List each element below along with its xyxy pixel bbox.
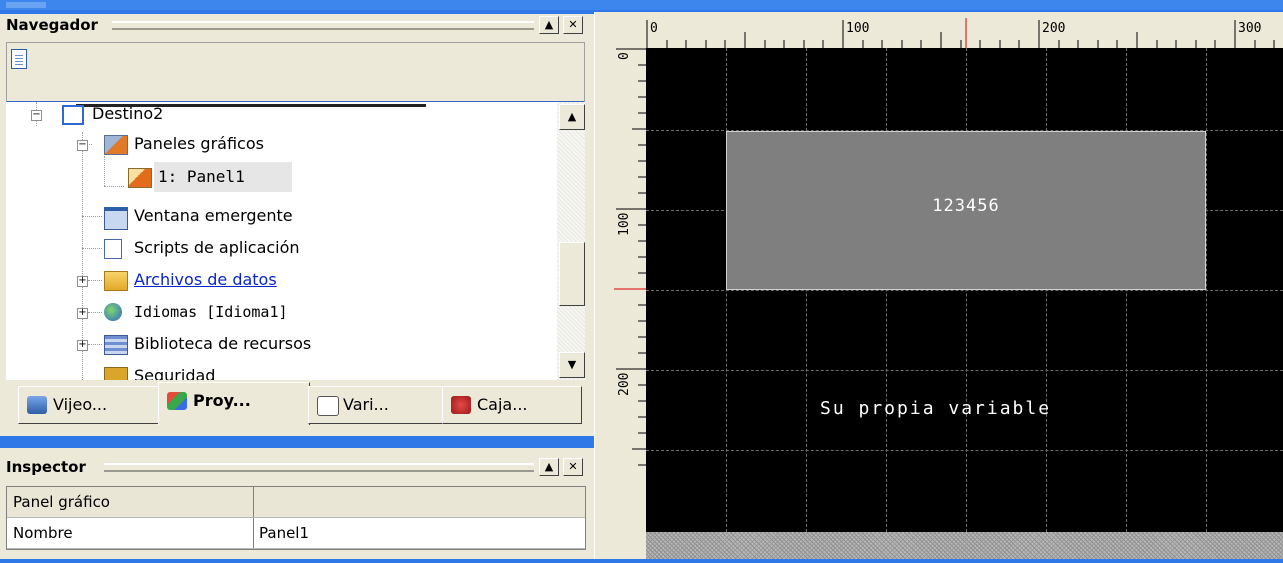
property-value[interactable]: [255, 487, 259, 517]
tree-node-label: Ventana emergente: [134, 206, 293, 225]
property-row[interactable]: Panel gráfico: [7, 487, 585, 518]
navigator-close-button[interactable]: ✕: [563, 16, 583, 34]
vertical-ruler: 0 100 200: [614, 48, 646, 559]
document-icon[interactable]: [11, 49, 27, 69]
collapse-destino2-toggle[interactable]: −: [31, 110, 42, 121]
ruler-label: 0: [617, 52, 632, 60]
resource-library-icon: [104, 335, 128, 355]
ruler-label: 300: [1238, 21, 1261, 36]
inspector-title-bar: Inspector ▲ ✕: [0, 456, 594, 478]
popup-window-icon: [104, 207, 128, 230]
languages-icon: [104, 303, 122, 321]
vijeo-icon: [27, 396, 47, 414]
property-grid: Panel gráfico Nombre Panel1: [6, 486, 586, 550]
tab-proyecto[interactable]: Proy...: [158, 382, 310, 425]
variables-icon: [317, 396, 339, 416]
tree-node-label: Biblioteca de recursos: [134, 334, 312, 353]
toolbox-icon: [451, 396, 471, 414]
scroll-down-button[interactable]: ▼: [559, 352, 585, 378]
ruler-label: 0: [650, 21, 658, 36]
tree-node-label: 1: Panel1: [158, 167, 245, 186]
ruler-label: 200: [1042, 21, 1065, 36]
panels-icon: [104, 135, 128, 155]
pencil-icon: [128, 168, 152, 188]
horizontal-ruler-ticks: 0 100 200 300: [646, 18, 1275, 48]
tree-node-panel1[interactable]: 1: Panel1: [122, 162, 292, 192]
tab-vijeo[interactable]: Vijeo...: [18, 386, 160, 424]
inspector-title: Inspector: [6, 458, 90, 476]
folder-icon: [104, 271, 128, 291]
canvas-outside-area: [646, 532, 1283, 559]
tree-node-label: Archivos de datos: [134, 270, 277, 289]
tree-node-label: Seguridad: [134, 366, 216, 380]
navigator-float-button[interactable]: ▲: [539, 16, 559, 34]
tab-variables[interactable]: Vari...: [308, 386, 444, 424]
navigator-tabs: Vijeo... Proy... Vari... Caja...: [6, 382, 585, 432]
scroll-up-button[interactable]: ▲: [559, 104, 585, 130]
scripts-icon: [104, 239, 122, 259]
navigator-title: Navegador: [6, 16, 102, 34]
property-row[interactable]: Nombre Panel1: [7, 518, 585, 549]
target-icon: [62, 105, 84, 125]
property-name: Panel gráfico: [7, 487, 254, 517]
project-tree[interactable]: − Destino2 − Paneles gráficos 1: Panel1 …: [6, 102, 557, 380]
numeric-display-object[interactable]: 123456: [726, 131, 1206, 290]
project-icon: [167, 392, 187, 410]
scroll-thumb[interactable]: [559, 242, 585, 306]
tab-caja-herramientas[interactable]: Caja...: [442, 386, 582, 424]
tree-node-label: Destino2: [92, 104, 164, 123]
ruler-label: 100: [617, 213, 632, 236]
window-title-strip: [0, 0, 1283, 10]
tree-node-label: Paneles gráficos: [134, 134, 264, 153]
property-name: Nombre: [7, 518, 254, 548]
app-window: Navegador ▲ ✕ − Destino2 − Paneles gráfi…: [0, 0, 1283, 559]
tree-vertical-scrollbar[interactable]: ▲ ▼: [557, 102, 585, 380]
ruler-label: 200: [617, 373, 632, 396]
expand-biblioteca-toggle[interactable]: +: [77, 340, 88, 351]
design-canvas[interactable]: 123456 Su propia variable: [646, 48, 1283, 532]
inspector-float-button[interactable]: ▲: [539, 458, 559, 476]
inspector-close-button[interactable]: ✕: [563, 458, 583, 476]
navigator-title-bar: Navegador ▲ ✕: [0, 14, 594, 36]
vertical-ruler-ticks: 0 100 200: [614, 48, 646, 466]
property-value[interactable]: Panel1: [255, 518, 309, 548]
tree-node-label: Idiomas [Idioma1]: [134, 303, 288, 321]
expand-idiomas-toggle[interactable]: +: [77, 308, 88, 319]
expand-archivos-toggle[interactable]: +: [77, 276, 88, 287]
variable-text-object[interactable]: Su propia variable: [820, 398, 1051, 419]
ruler-label: 100: [846, 21, 869, 36]
collapse-paneles-toggle[interactable]: −: [77, 140, 88, 151]
navigator-toolbar: [6, 42, 585, 103]
horizontal-ruler: 0 100 200 300: [646, 18, 1283, 48]
tree-node-label: Scripts de aplicación: [134, 238, 300, 257]
display-value: 123456: [932, 196, 1000, 216]
security-icon: [104, 367, 128, 380]
